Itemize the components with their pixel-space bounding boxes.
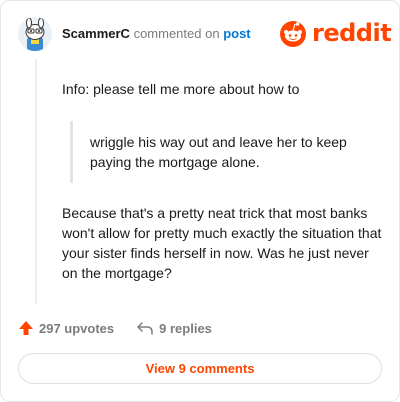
thread-line[interactable] <box>35 59 37 304</box>
upvote-arrow-icon <box>19 321 33 335</box>
view-comments-button[interactable]: View 9 comments <box>18 353 382 384</box>
action-text: commented on <box>133 26 220 41</box>
comment-footer: 297 upvotes 9 replies <box>18 320 212 336</box>
username-link[interactable]: ScammerC <box>62 26 130 41</box>
quote-text: wriggle his way out and leave her to kee… <box>90 134 347 170</box>
upvote-button[interactable]: 297 upvotes <box>18 320 114 336</box>
comment-text: Because that's a pretty neat trick that … <box>62 205 382 281</box>
reply-count: 9 replies <box>159 320 212 336</box>
upvote-count: 297 upvotes <box>39 320 115 336</box>
reddit-snoo-icon <box>280 21 306 47</box>
post-link[interactable]: post <box>223 26 250 41</box>
block-quote: wriggle his way out and leave her to kee… <box>70 121 382 183</box>
user-avatar-icon[interactable] <box>18 17 52 51</box>
reddit-logo[interactable]: reddit <box>279 19 392 47</box>
comment-body: Info: please tell me more about how to w… <box>62 79 382 283</box>
comment-card: ScammerC commented on post reddit Info: … <box>0 0 400 402</box>
reply-arrow-icon <box>137 322 153 335</box>
replies-button[interactable]: 9 replies <box>136 320 212 336</box>
comment-intro: Info: please tell me more about how to <box>62 81 300 97</box>
comment-header: ScammerC commented on post <box>62 26 251 42</box>
view-comments-label: View 9 comments <box>145 361 255 376</box>
reddit-wordmark: reddit <box>312 19 392 47</box>
